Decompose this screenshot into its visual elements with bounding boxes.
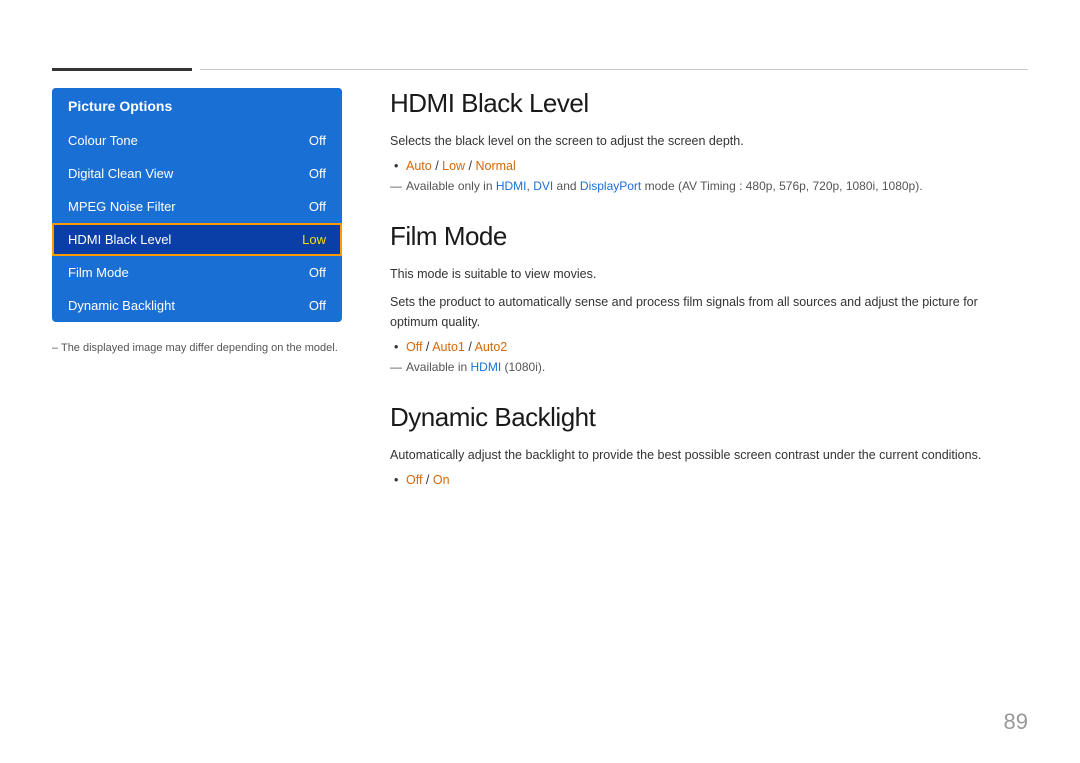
menu-item-label: Colour Tone <box>68 133 138 148</box>
section-title: Dynamic Backlight <box>390 402 1028 433</box>
menu-item-label: Digital Clean View <box>68 166 173 181</box>
note-line: Available in HDMI (1080i). <box>390 360 1028 374</box>
section-hdmi-black-level: HDMI Black Level Selects the black level … <box>390 88 1028 193</box>
section-desc: This mode is suitable to view movies. <box>390 264 1028 284</box>
menu-item-value: Off <box>309 265 326 280</box>
menu-item-label: HDMI Black Level <box>68 232 171 247</box>
bullet-item: Off / On <box>390 473 1028 487</box>
top-bar <box>52 68 1028 70</box>
bullet-list: Off / On <box>390 473 1028 487</box>
menu-item[interactable]: Film Mode Off <box>52 256 342 289</box>
section-desc: Automatically adjust the backlight to pr… <box>390 445 1028 465</box>
menu-item-value: Off <box>309 298 326 313</box>
section-film-mode: Film Mode This mode is suitable to view m… <box>390 221 1028 374</box>
footnote: – The displayed image may differ dependi… <box>52 340 342 357</box>
content-area: HDMI Black Level Selects the black level … <box>390 88 1028 515</box>
menu-item-label: Film Mode <box>68 265 129 280</box>
top-bar-dark-segment <box>52 68 192 71</box>
bullet-item: Auto / Low / Normal <box>390 159 1028 173</box>
left-panel: Picture Options Colour ToneOffDigital Cl… <box>52 88 342 357</box>
section-title: HDMI Black Level <box>390 88 1028 119</box>
menu-item-label: Dynamic Backlight <box>68 298 175 313</box>
menu-item[interactable]: MPEG Noise Filter Off <box>52 190 342 223</box>
menu-item-value: Off <box>309 133 326 148</box>
menu-box: Picture Options Colour ToneOffDigital Cl… <box>52 88 342 322</box>
menu-item-value: Low <box>302 232 326 247</box>
section-desc: Selects the black level on the screen to… <box>390 131 1028 151</box>
menu-item-value: Off <box>309 199 326 214</box>
note-line: Available only in HDMI, DVI and DisplayP… <box>390 179 1028 193</box>
menu-item[interactable]: HDMI Black Level Low <box>52 223 342 256</box>
page-number: 89 <box>1004 709 1028 735</box>
bullet-list: Auto / Low / Normal <box>390 159 1028 173</box>
menu-items-container: Colour ToneOffDigital Clean ViewOffMPEG … <box>52 124 342 322</box>
section-desc: Sets the product to automatically sense … <box>390 292 1028 332</box>
section-title: Film Mode <box>390 221 1028 252</box>
menu-title: Picture Options <box>52 88 342 124</box>
menu-item[interactable]: Digital Clean View Off <box>52 157 342 190</box>
top-bar-light-segment <box>200 69 1028 70</box>
bullet-list: Off / Auto1 / Auto2 <box>390 340 1028 354</box>
menu-item-label: MPEG Noise Filter <box>68 199 176 214</box>
bullet-item: Off / Auto1 / Auto2 <box>390 340 1028 354</box>
section-dynamic-backlight: Dynamic Backlight Automatically adjust th… <box>390 402 1028 487</box>
menu-item-value: Off <box>309 166 326 181</box>
menu-item[interactable]: Colour Tone Off <box>52 124 342 157</box>
menu-item[interactable]: Dynamic Backlight Off <box>52 289 342 322</box>
